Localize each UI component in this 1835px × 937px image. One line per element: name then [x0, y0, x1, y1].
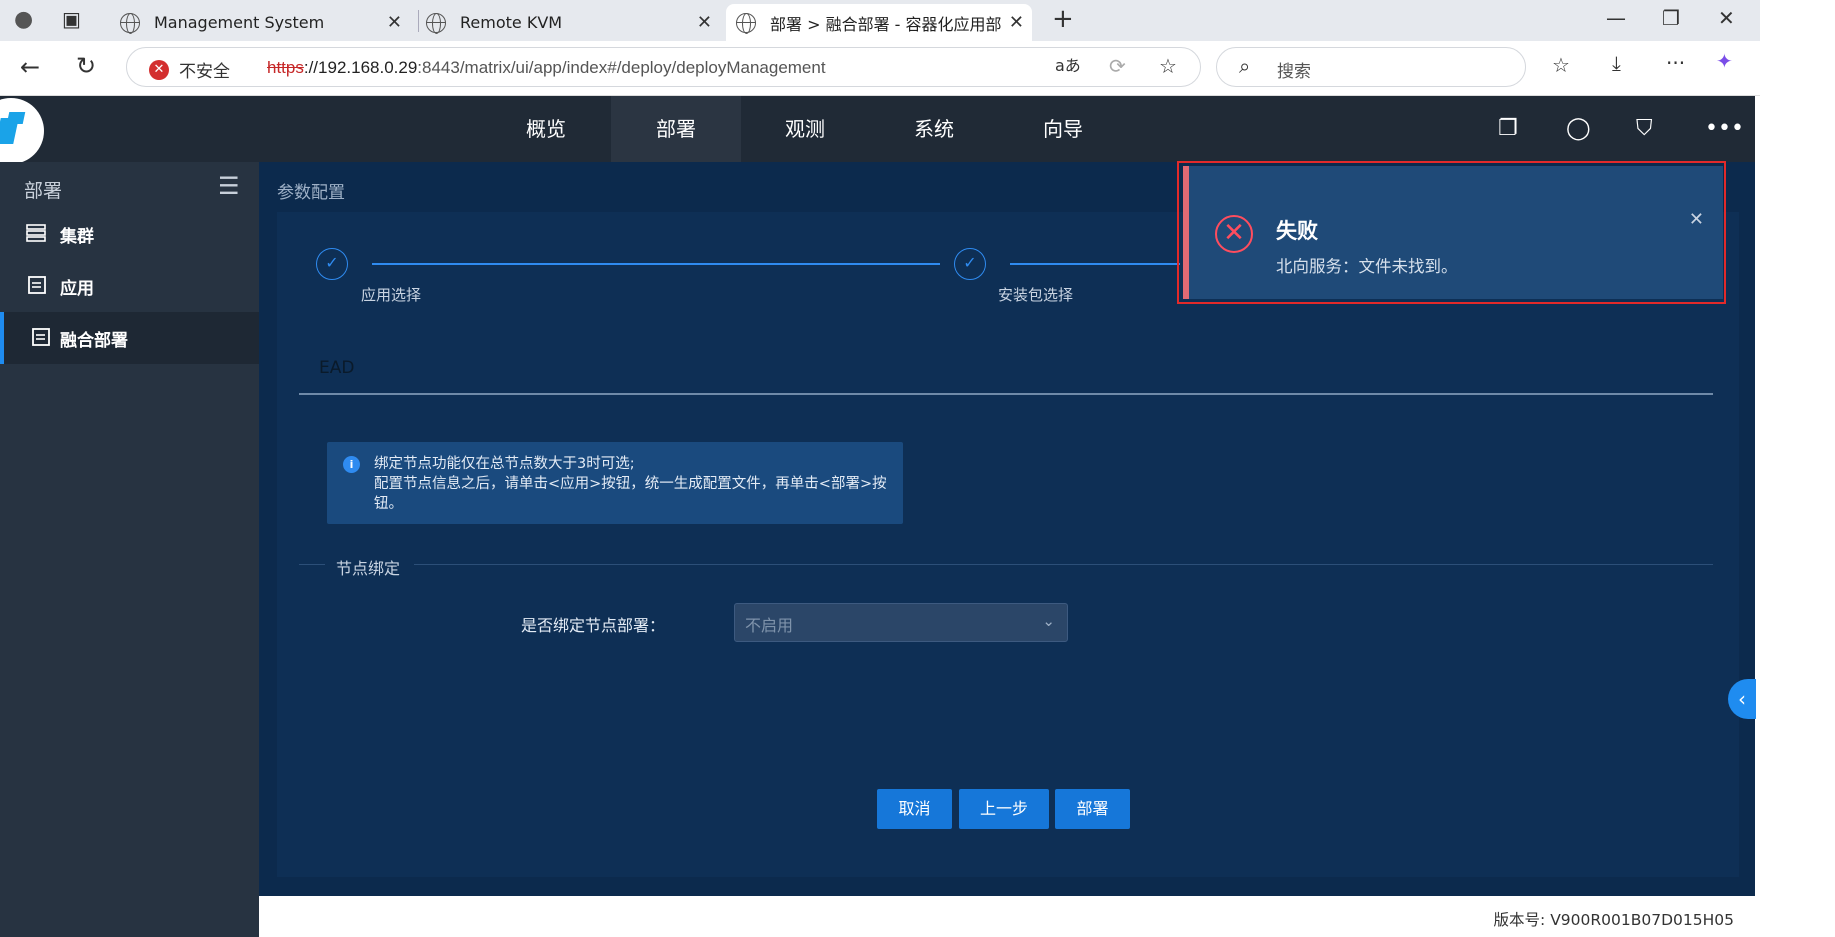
nav-observe[interactable]: 观测	[740, 96, 870, 162]
sidebar: 部署 ☰ 集群 应用 融合部署	[0, 162, 259, 937]
favorites-list-icon[interactable]: ☆	[1552, 55, 1570, 75]
app-list-icon	[28, 276, 46, 294]
more-icon[interactable]: ···	[1666, 53, 1685, 73]
cancel-button[interactable]: 取消	[877, 789, 952, 829]
globe-icon	[426, 12, 446, 34]
chevron-left-icon: ‹	[1738, 687, 1746, 711]
tab-deploy[interactable]: 部署 > 融合部署 - 容器化应用部署 ✕	[726, 4, 1032, 41]
server-icon	[26, 224, 46, 242]
close-tab-icon[interactable]: ✕	[387, 12, 402, 33]
new-tab-icon[interactable]: +	[1052, 6, 1074, 32]
previous-step-button[interactable]: 上一步	[959, 789, 1049, 829]
tab-management-system[interactable]: Management System ✕	[110, 4, 410, 41]
bind-node-select[interactable]: 不启用 ⌄	[734, 603, 1068, 642]
toast-body	[1183, 166, 1723, 299]
more-menu-icon[interactable]: •••	[1705, 116, 1744, 141]
globe-icon	[120, 12, 140, 34]
step-2-label: 安装包选择	[998, 286, 1074, 304]
step-1-indicator: ✓	[316, 248, 348, 280]
close-tab-icon[interactable]: ✕	[1009, 12, 1024, 33]
downloads-icon[interactable]: ⤓	[1612, 53, 1621, 73]
globe-icon	[736, 12, 756, 34]
info-alert: i 绑定节点功能仅在总节点数大于3时可选; 配置节点信息之后，请单击<应用>按钮…	[327, 442, 903, 524]
tab-ead[interactable]: EAD	[319, 358, 354, 378]
step-2-indicator: ✓	[954, 248, 986, 280]
app-list-icon	[32, 328, 50, 346]
step-connector	[1010, 263, 1180, 265]
url-text: https://192.168.0.29:8443/matrix/ui/app/…	[267, 58, 826, 77]
user-icon[interactable]: ◯	[1566, 116, 1591, 141]
check-icon: ✓	[963, 253, 977, 272]
check-icon: ✓	[325, 253, 339, 272]
collapse-menu-icon[interactable]: ☰	[218, 174, 240, 198]
section-title: 节点绑定	[336, 559, 401, 578]
nav-overview[interactable]: 概览	[481, 96, 611, 162]
address-bar: ← ↻ ✕ 不安全 https://192.168.0.29:8443/matr…	[0, 41, 1760, 96]
footer: 版本号: V900R001B07D015H05	[259, 896, 1755, 937]
read-aloud-icon[interactable]: aあ	[1055, 58, 1081, 74]
info-text: 绑定节点功能仅在总节点数大于3时可选; 配置节点信息之后，请单击<应用>按钮，统…	[374, 456, 887, 512]
toast-title: 失败	[1276, 219, 1318, 243]
bind-node-label: 是否绑定节点部署：	[521, 616, 666, 635]
nav-deploy[interactable]: 部署	[611, 96, 741, 162]
search-field[interactable]: ⌕ 搜索	[1216, 47, 1526, 87]
page-title: 参数配置	[277, 183, 345, 203]
toast-message: 北向服务：文件未找到。	[1276, 257, 1458, 276]
browser-tab-bar: ● ▣ Management System ✕ Remote KVM ✕ 部署 …	[0, 0, 1760, 41]
sidebar-item-cluster[interactable]: 集群	[0, 208, 259, 260]
close-tab-icon[interactable]: ✕	[697, 12, 712, 33]
sidebar-item-fusion-deploy[interactable]: 融合部署	[0, 312, 259, 364]
url-field[interactable]: ✕ 不安全 https://192.168.0.29:8443/matrix/u…	[126, 47, 1201, 87]
tab-remote-kvm[interactable]: Remote KVM ✕	[420, 4, 720, 41]
document-icon[interactable]: ❐	[1498, 116, 1518, 141]
minimize-icon[interactable]: —	[1606, 8, 1626, 28]
error-icon: ✕	[1215, 215, 1253, 253]
close-icon[interactable]: ✕	[1689, 209, 1704, 230]
logo	[0, 98, 44, 164]
step-1-label: 应用选择	[361, 286, 422, 304]
tab-underline	[299, 393, 1713, 395]
refresh-icon[interactable]: ↻	[76, 54, 96, 78]
profile-icon[interactable]: ●	[14, 9, 33, 31]
screen: ● ▣ Management System ✕ Remote KVM ✕ 部署 …	[0, 0, 1835, 937]
step-connector	[372, 263, 940, 265]
version-label: 版本号: V900R001B07D015H05	[1493, 911, 1734, 929]
close-window-icon[interactable]: ✕	[1718, 8, 1735, 28]
toast-accent	[1183, 166, 1189, 299]
tab-actions-icon[interactable]: ▣	[62, 9, 81, 29]
deploy-button[interactable]: 部署	[1055, 789, 1130, 829]
copilot-icon[interactable]: ✦	[1716, 51, 1733, 71]
security-indicator[interactable]: ✕ 不安全	[149, 57, 230, 82]
section-divider	[299, 564, 325, 565]
error-notification: ✕ 失败 北向服务：文件未找到。 ✕	[1177, 161, 1726, 304]
form-panel	[277, 212, 1739, 877]
chevron-down-icon: ⌄	[1042, 612, 1055, 630]
back-icon[interactable]: ←	[20, 55, 40, 79]
top-navigation: 概览 部署 观测 系统 向导 ❐ ◯ ⛉ •••	[0, 96, 1755, 164]
favorite-icon[interactable]: ☆	[1159, 56, 1177, 76]
section-divider	[414, 564, 1713, 565]
insecure-icon: ✕	[149, 59, 169, 80]
nav-guide[interactable]: 向导	[998, 96, 1128, 162]
info-icon: i	[343, 456, 360, 473]
extension-icon[interactable]: ⟳	[1109, 56, 1126, 76]
sidebar-item-application[interactable]: 应用	[0, 260, 259, 312]
search-icon: ⌕	[1239, 54, 1251, 78]
restore-icon[interactable]: ❐	[1662, 8, 1680, 28]
nav-system[interactable]: 系统	[869, 96, 999, 162]
tab-separator	[418, 10, 419, 32]
sidebar-title: 部署	[24, 180, 63, 202]
shirt-icon[interactable]: ⛉	[1636, 116, 1653, 141]
